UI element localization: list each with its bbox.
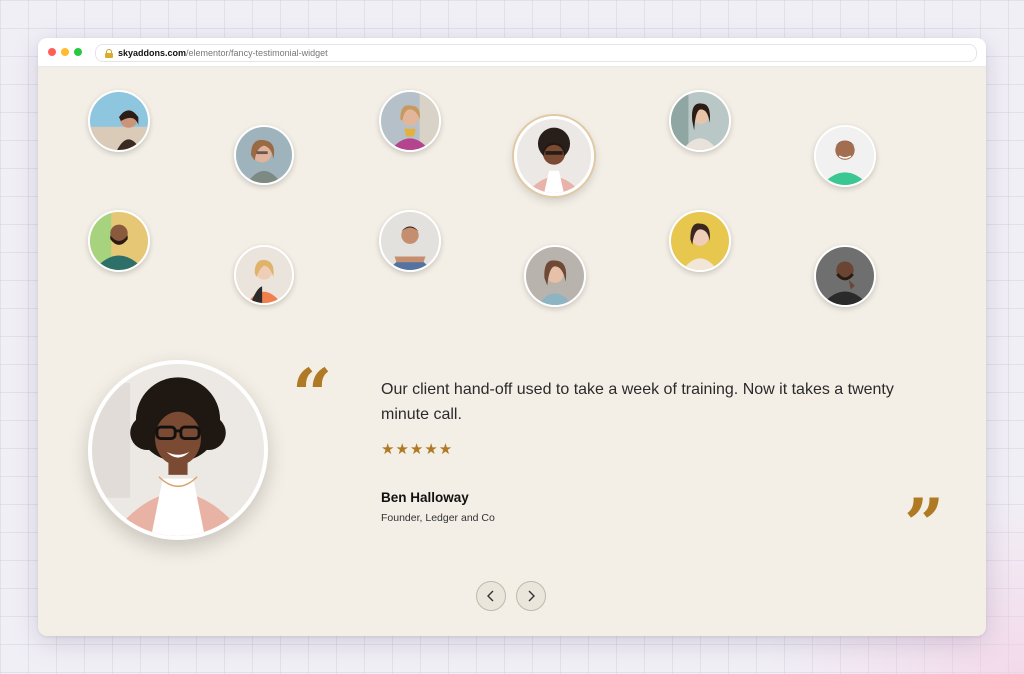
chevron-right-icon: [528, 590, 535, 602]
testimonial-avatar-9[interactable]: [379, 210, 441, 272]
testimonial-avatar-2[interactable]: [234, 125, 294, 185]
close-window-button[interactable]: [48, 48, 56, 56]
minimize-window-button[interactable]: [61, 48, 69, 56]
testimonial-avatar-11[interactable]: [669, 210, 731, 272]
testimonial-avatar-4-active[interactable]: [514, 116, 594, 196]
maximize-window-button[interactable]: [74, 48, 82, 56]
quote-open-icon: “: [292, 353, 333, 436]
testimonial-avatar-6[interactable]: [814, 125, 876, 187]
url-text: skyaddons.com/elementor/fancy-testimonia…: [118, 48, 328, 58]
testimonial-avatar-5[interactable]: [669, 90, 731, 152]
rating-stars: ★★★★★: [381, 441, 454, 458]
browser-window: skyaddons.com/elementor/fancy-testimonia…: [38, 38, 986, 636]
browser-titlebar: skyaddons.com/elementor/fancy-testimonia…: [38, 38, 986, 67]
previous-testimonial-button[interactable]: [476, 581, 506, 611]
lock-icon: [105, 48, 113, 58]
testimonial-avatar-12[interactable]: [814, 245, 876, 307]
testimonial-avatar-7[interactable]: [88, 210, 150, 272]
featured-author-photo: [88, 360, 268, 540]
testimonial-author-name: Ben Halloway: [381, 490, 469, 505]
testimonial-avatar-10[interactable]: [524, 245, 586, 307]
next-testimonial-button[interactable]: [516, 581, 546, 611]
chevron-left-icon: [487, 590, 494, 602]
testimonial-avatar-8[interactable]: [234, 245, 294, 305]
testimonial-avatar-1[interactable]: [88, 90, 150, 152]
address-bar[interactable]: skyaddons.com/elementor/fancy-testimonia…: [95, 44, 977, 62]
quote-close-icon: ”: [904, 483, 945, 566]
testimonial-text: Our client hand-off used to take a week …: [381, 381, 894, 423]
testimonial-avatar-3[interactable]: [379, 90, 441, 152]
testimonial-author-role: Founder, Ledger and Co: [381, 512, 495, 524]
